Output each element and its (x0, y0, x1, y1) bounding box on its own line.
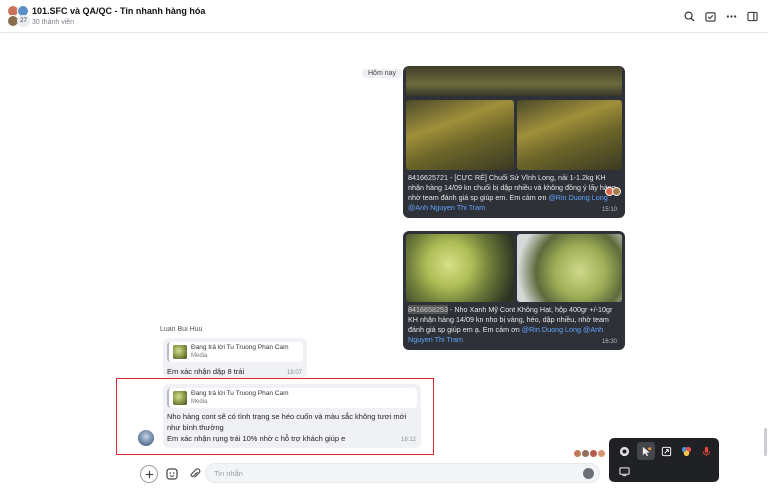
more-icon[interactable] (724, 9, 738, 23)
order-code: 8416658253 (408, 305, 448, 314)
scrollbar[interactable] (764, 428, 767, 456)
reaction-avatars[interactable] (605, 187, 623, 196)
highlight-annotation (116, 378, 434, 455)
message-time: 16:30 (601, 339, 617, 345)
group-title[interactable]: 101.SFC và QA/QC - Tin nhanh hàng hóa (32, 6, 205, 16)
sender-name[interactable]: Luan Bui Huu (160, 326, 202, 333)
message-text: 8416658253 - Nho Xanh Mỹ Cont Không Hạt,… (408, 305, 613, 344)
calendar-check-icon[interactable] (703, 9, 717, 23)
screen-icon[interactable] (617, 464, 631, 478)
message-text: Em xác nhận dập 8 trái (167, 367, 245, 376)
media-message-card[interactable]: 8416625721 - [CỰC RẺ] Chuối Sứ Vĩnh Long… (403, 66, 625, 218)
message-time: 15:10 (601, 207, 617, 213)
product-photo[interactable] (517, 100, 622, 170)
add-icon[interactable] (140, 465, 158, 483)
floating-toolbar (609, 438, 719, 482)
sticker-icon[interactable] (163, 465, 181, 483)
read-receipt-avatars[interactable] (573, 449, 607, 458)
chat-header: 27 101.SFC và QA/QC - Tin nhanh hàng hóa… (0, 0, 768, 33)
message-input[interactable]: Tin nhắn (205, 463, 600, 483)
message-bubble[interactable]: Đang trả lời Tu Truong Phan Cam Media Em… (163, 338, 307, 378)
product-photo[interactable] (517, 234, 622, 302)
day-separator: Hôm nay (362, 69, 403, 78)
mention-link[interactable]: @Anh Nguyen Thi Tram (408, 203, 485, 212)
cursor-icon[interactable] (639, 444, 653, 458)
product-photo[interactable] (406, 66, 622, 96)
member-count-badge: 27 (17, 15, 30, 27)
message-text: 8416625721 - [CỰC RẺ] Chuối Sứ Vĩnh Long… (408, 173, 618, 212)
color-picker-icon[interactable] (679, 444, 693, 458)
message-input-placeholder: Tin nhắn (214, 469, 243, 478)
microphone-icon[interactable] (699, 444, 713, 458)
reply-quote[interactable]: Đang trả lời Tu Truong Phan Cam Media (167, 342, 303, 362)
group-avatar[interactable]: 27 (7, 5, 30, 27)
chrome-icon[interactable] (617, 444, 631, 458)
media-message-card[interactable]: 8416658253 - Nho Xanh Mỹ Cont Không Hạt,… (403, 231, 625, 350)
search-icon[interactable] (682, 9, 696, 23)
reader-avatar (597, 449, 606, 458)
message-time: 18:07 (286, 370, 302, 376)
reply-thumbnail (173, 345, 187, 359)
share-icon[interactable] (659, 444, 673, 458)
mention-link[interactable]: @Rin Duong Long (548, 193, 607, 202)
reader-avatar (612, 187, 621, 196)
sidebar-toggle-icon[interactable] (745, 9, 759, 23)
product-photo[interactable] (406, 234, 514, 302)
reply-media-label: Media (191, 353, 208, 359)
reply-title: Đang trả lời Tu Truong Phan Cam (191, 344, 289, 351)
product-photo[interactable] (406, 100, 514, 170)
member-count[interactable]: 30 thành viên (32, 19, 74, 26)
emoji-icon[interactable] (583, 468, 594, 479)
mention-link[interactable]: @Rin Duong Long (522, 325, 581, 334)
attachment-icon[interactable] (186, 465, 204, 483)
